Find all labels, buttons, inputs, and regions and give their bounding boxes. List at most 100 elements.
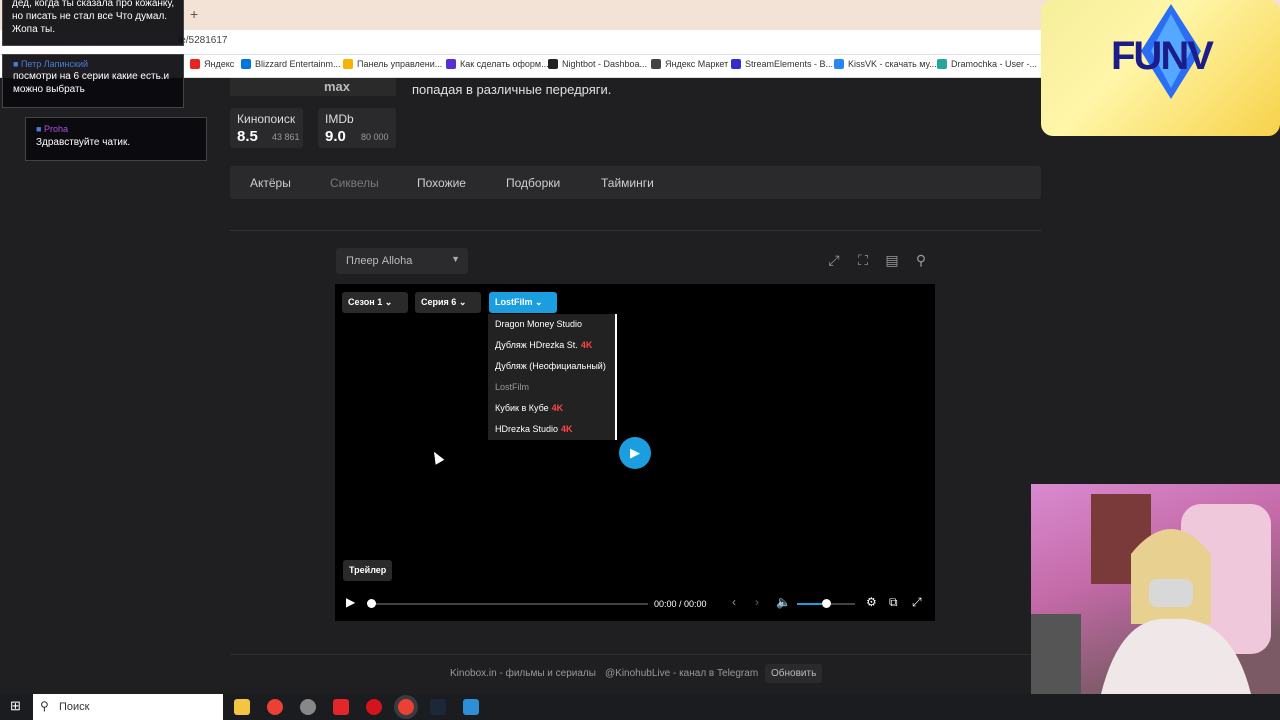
chat-text: Здравствуйте чатик. [36, 137, 131, 148]
player-select-value: Плеер Alloha [346, 255, 413, 267]
link-icon[interactable]: ⚲ [909, 248, 933, 272]
voice-option[interactable]: HDrezka Studio 4K [495, 424, 573, 434]
footer-divider [230, 654, 1041, 655]
volume-handle[interactable] [822, 599, 831, 608]
webcam-feed [1031, 484, 1280, 694]
rating-source: IMDb [325, 112, 354, 126]
chevron-left-icon[interactable]: ‹ [732, 595, 736, 609]
trailer-button[interactable]: Трейлер [343, 560, 393, 581]
tab-timings[interactable]: Тайминги [601, 176, 654, 190]
yandex-icon [190, 59, 200, 69]
chrome-icon[interactable] [267, 699, 283, 715]
seek-bar[interactable] [370, 603, 648, 605]
expand-icon[interactable]: ⤢ [822, 248, 846, 272]
rating-kinopoisk: Кинопоиск 8.5 43 861 [230, 108, 303, 148]
refresh-button[interactable]: Обновить [765, 664, 823, 683]
footer-telegram-link[interactable]: @KinohubLive - канал в Telegram [605, 668, 758, 679]
rating-source: Кинопоиск [237, 112, 296, 126]
badge-4k: 4K [580, 340, 593, 350]
movie-description: попадая в различные передряги. [412, 82, 612, 97]
bookmark-blizzard[interactable]: Blizzard Entertainm... [241, 59, 341, 69]
bookmark-kissvk[interactable]: KissVK - скачать му... [834, 59, 937, 69]
twitch-badge-icon: ■ [36, 124, 44, 134]
voice-option[interactable]: Dragon Money Studio [495, 319, 582, 329]
chevron-right-icon[interactable]: › [755, 595, 759, 609]
chat-app-icon[interactable] [463, 699, 479, 715]
opera-icon[interactable] [366, 699, 382, 715]
tab-collections[interactable]: Подборки [506, 176, 560, 190]
rating-count: 80 000 [361, 132, 389, 142]
voice-option[interactable]: Дубляж (Неофициальный) [495, 361, 606, 371]
steam-icon[interactable] [430, 699, 446, 715]
badge-4k: 4K [551, 403, 564, 413]
tab-sequels[interactable]: Сиквелы [330, 176, 379, 190]
season-select[interactable]: Сезон 1 ⌄ [342, 292, 408, 313]
fullscreen-icon[interactable]: ⤢ [912, 595, 922, 610]
taskbar-search[interactable]: ⚲ Поиск [33, 694, 223, 720]
chevron-down-icon: ▼ [451, 254, 460, 264]
comments-icon[interactable]: ▤ [880, 248, 904, 272]
search-placeholder: Поиск [59, 701, 90, 713]
twitch-icon [446, 59, 456, 69]
search-icon: ⚲ [40, 699, 49, 713]
volume-icon[interactable]: 🔈 [776, 595, 791, 609]
bookmark-market[interactable]: Яндекс Маркет [651, 59, 728, 69]
streamelements-icon [731, 59, 741, 69]
chat-username: ■ Петр Лапинский [13, 59, 89, 69]
player-select[interactable]: Плеер Alloha ▼ [336, 248, 468, 274]
voice-select[interactable]: LostFilm ⌄ [489, 292, 557, 313]
chat-text: посмотри на 6 серии какие есть.и можно в… [13, 71, 170, 95]
bookmark-howto[interactable]: Как сделать оформ... [446, 59, 549, 69]
bookmark-streamelements[interactable]: StreamElements - B... [731, 59, 833, 69]
time-display: 00:00 / 00:00 [654, 599, 707, 609]
new-tab-button[interactable]: + [190, 6, 198, 22]
play-icon[interactable]: ▶ [346, 595, 355, 609]
file-explorer-icon[interactable] [234, 699, 250, 715]
bookmark-panel[interactable]: Панель управлени... [343, 59, 442, 69]
fullscreen-icon[interactable]: ⛶ [851, 248, 875, 272]
chevron-down-icon: ⌄ [384, 297, 393, 307]
poster-text: max [324, 79, 351, 94]
popout-icon[interactable]: ⧉ [889, 595, 898, 610]
voice-option[interactable]: Дубляж HDrezka St. 4K [495, 340, 592, 350]
windows-start-icon[interactable]: ⊞ [10, 698, 21, 714]
dramochka-icon [937, 59, 947, 69]
stream-logo: FUNV [1041, 0, 1280, 136]
tab-similar[interactable]: Похожие [417, 176, 466, 190]
voice-option[interactable]: Кубик в Кубе 4K [495, 403, 563, 413]
chat-message: ■ Петр Лапинский посмотри на 6 серии как… [2, 54, 184, 108]
badge-4k: 4K [561, 424, 573, 434]
divider [230, 230, 1041, 231]
chat-text: дед, когда ты сказала про кожанку, но пи… [12, 0, 175, 35]
bookmark-dramochka[interactable]: Dramochka - User -... [937, 59, 1037, 69]
settings-gear-icon[interactable]: ⚙ [866, 595, 877, 609]
obs-icon[interactable] [300, 699, 316, 715]
episode-select[interactable]: Серия 6 ⌄ [415, 292, 481, 313]
big-play-icon[interactable]: ▶ [619, 437, 651, 469]
rating-value: 9.0 [325, 128, 346, 145]
streamer-image [1031, 494, 1271, 694]
twitch-badge-icon: ■ [13, 59, 21, 69]
rating-count: 43 861 [272, 132, 300, 142]
chevron-down-icon: ⌄ [535, 297, 543, 307]
wps-icon[interactable] [333, 699, 349, 715]
nightbot-icon [548, 59, 558, 69]
tab-actors[interactable]: Актёры [250, 176, 291, 190]
bookmark-yandex[interactable]: Яндекс [190, 59, 234, 69]
movie-tabs: Актёры Сиквелы Похожие Подборки Тайминги [230, 166, 1041, 199]
voice-option-selected[interactable]: LostFilm [495, 382, 529, 392]
bookmark-nightbot[interactable]: Nightbot - Dashboa... [548, 59, 647, 69]
chrome-active-icon[interactable] [398, 699, 414, 715]
blizzard-icon [241, 59, 251, 69]
market-icon [651, 59, 661, 69]
stream-logo-text: FUNV [1111, 34, 1214, 78]
voice-dropdown: Dragon Money Studio Дубляж HDrezka St. 4K… [488, 314, 617, 440]
chat-message: дед, когда ты сказала про кожанку, но пи… [2, 0, 184, 46]
seek-handle[interactable] [367, 599, 376, 608]
chat-username: ■ Proha [36, 124, 68, 134]
vk-icon [834, 59, 844, 69]
url-text: ie/5281617 [178, 35, 228, 46]
rating-imdb: IMDb 9.0 80 000 [318, 108, 396, 148]
poster: max [230, 78, 396, 96]
footer-site-link[interactable]: Kinobox.in - фильмы и сериалы [450, 668, 596, 679]
